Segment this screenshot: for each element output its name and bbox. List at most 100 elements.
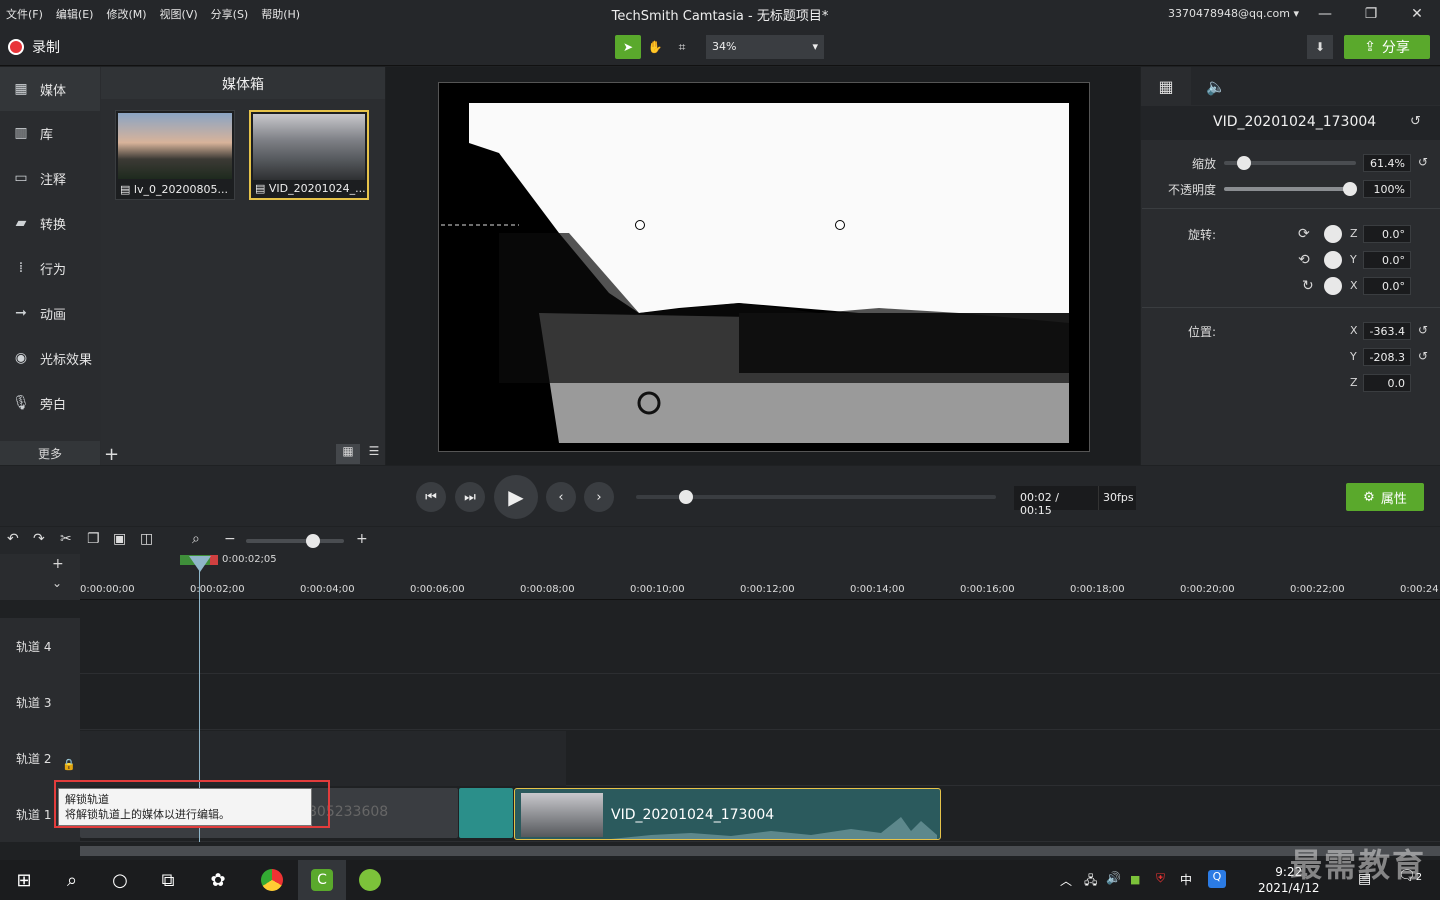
zoom-out-icon[interactable]: − [224, 531, 236, 547]
video-frame[interactable] [438, 82, 1090, 452]
search-icon[interactable]: ⌕ [192, 531, 200, 547]
copy-icon[interactable]: ❐ [87, 531, 100, 547]
chevron-down-icon[interactable]: ⌄ [52, 576, 62, 590]
add-media-button[interactable]: + [104, 444, 119, 465]
position-z-field[interactable]: 0.0 [1363, 374, 1411, 392]
zoom-in-icon[interactable]: + [356, 531, 368, 547]
opacity-field[interactable]: 100% [1363, 180, 1411, 198]
playhead-handle[interactable] [189, 556, 211, 572]
opacity-slider[interactable] [1224, 187, 1356, 191]
highlight-box [54, 780, 330, 828]
close-button[interactable]: ✕ [1394, 0, 1440, 28]
crop-tool-button[interactable]: ⌗ [669, 35, 695, 59]
menu-share[interactable]: 分享(S) [211, 6, 249, 22]
qq-icon[interactable]: Q [1208, 870, 1226, 888]
camtasia-icon[interactable]: C [298, 860, 346, 900]
menu-help[interactable]: 帮助(H) [261, 6, 300, 22]
timeline-clip-selected[interactable]: VID_20201024_173004 [514, 788, 941, 840]
audio-properties-tab[interactable]: 🔈 [1191, 67, 1241, 105]
app-green-icon[interactable] [346, 860, 394, 900]
reset-icon[interactable]: ↺ [1410, 114, 1421, 129]
scale-slider-knob[interactable] [1237, 156, 1251, 170]
media-item[interactable]: ▤ lv_0_20200805... [115, 110, 235, 200]
task-view-icon[interactable]: ⧉ [144, 860, 192, 900]
visual-properties-tab[interactable]: ▦ [1141, 67, 1191, 105]
reset-icon[interactable]: ↺ [1418, 323, 1428, 337]
position-x-field[interactable]: -363.4 [1363, 322, 1411, 340]
play-button[interactable]: ▶ [494, 475, 538, 519]
next-button[interactable]: › [584, 482, 614, 512]
resize-handle[interactable] [835, 220, 845, 230]
timeline-scrollbar[interactable] [80, 846, 1440, 856]
undo-icon[interactable]: ↶ [7, 531, 19, 547]
axis-label: Z [1350, 376, 1358, 389]
cortana-icon[interactable]: ○ [96, 860, 144, 900]
reset-icon[interactable]: ↺ [1418, 155, 1428, 169]
volume-icon[interactable]: 🔊 [1106, 871, 1121, 885]
properties-button[interactable]: ⚙ 属性 [1346, 483, 1424, 511]
lock-icon[interactable]: 🔒 [62, 758, 76, 771]
sidebar-item-voice[interactable]: 🎙 旁白 [0, 381, 100, 425]
sidebar-item-animation[interactable]: ➞ 动画 [0, 291, 100, 335]
windows-start-icon[interactable]: ⊞ [0, 860, 48, 900]
download-icon[interactable]: ⬇ [1307, 35, 1333, 59]
rotation-dial[interactable] [1324, 225, 1342, 243]
menu-edit[interactable]: 编辑(E) [56, 6, 94, 22]
sidebar-item-media[interactable]: ▦ 媒体 [0, 67, 100, 111]
search-icon[interactable]: ⌕ [48, 860, 96, 900]
timeline-zoom-slider[interactable] [246, 539, 344, 543]
sidebar-item-transition[interactable]: ▰ 转换 [0, 201, 100, 245]
zoom-dropdown[interactable]: 34% ▾ [706, 35, 824, 59]
menu-view[interactable]: 视图(V) [160, 6, 198, 22]
rotation-dial[interactable] [1324, 251, 1342, 269]
record-button[interactable]: 录制 [8, 37, 60, 57]
range-end-marker[interactable] [210, 555, 218, 565]
track-header[interactable]: 轨道 4 [0, 618, 80, 674]
rotation-z-field[interactable]: 0.0° [1363, 225, 1411, 243]
media-item-selected[interactable]: ▤ VID_20201024_... [249, 110, 369, 200]
security-icon[interactable]: ⛨ [1156, 871, 1165, 886]
timeline-zoom-knob[interactable] [306, 534, 320, 548]
cut-icon[interactable]: ✂ [60, 531, 72, 547]
sidebar-item-annotation[interactable]: ▭ 注释 [0, 156, 100, 200]
position-y-field[interactable]: -208.3 [1363, 348, 1411, 366]
previous-button[interactable]: ‹ [546, 482, 576, 512]
minimize-button[interactable]: — [1302, 0, 1348, 28]
select-tool-button[interactable]: ➤ [615, 35, 641, 59]
network-icon[interactable]: 🖧 [1084, 871, 1097, 892]
app-icon[interactable]: ✿ [194, 860, 242, 900]
maximize-button[interactable]: ❐ [1348, 0, 1394, 28]
sidebar-item-library[interactable]: ▥ 库 [0, 111, 100, 155]
transition-icon: ▰ [15, 215, 27, 231]
opacity-slider-knob[interactable] [1343, 182, 1357, 196]
account-menu[interactable]: 3370478948@qq.com ▾ [1168, 7, 1299, 20]
scale-field[interactable]: 61.4% [1363, 154, 1411, 172]
split-icon[interactable]: ◫ [140, 531, 153, 547]
track-header[interactable]: 轨道 3 [0, 674, 80, 730]
tray-chevron-icon[interactable]: ︿ [1060, 872, 1072, 889]
list-view-icon[interactable]: ☰ [362, 444, 386, 464]
more-button[interactable]: 更多 [0, 441, 100, 465]
resize-handle[interactable] [635, 220, 645, 230]
timeline-clip-transition[interactable] [459, 788, 513, 838]
reset-icon[interactable]: ↺ [1418, 349, 1428, 363]
step-forward-button[interactable]: ⏭ [455, 482, 485, 512]
rotation-dial[interactable] [1324, 277, 1342, 295]
step-back-button[interactable]: ⏮ [416, 482, 446, 512]
add-track-icon[interactable]: + [52, 556, 64, 572]
nvidia-icon[interactable]: ■ [1130, 873, 1140, 886]
sidebar-item-behavior[interactable]: ⁞ 行为 [0, 246, 100, 290]
menu-file[interactable]: 文件(F) [6, 6, 43, 22]
ime-indicator[interactable]: 中 [1180, 871, 1192, 888]
rotation-label: 旋转: [1187, 228, 1216, 242]
share-button[interactable]: ⇪ 分享 [1344, 35, 1430, 59]
pan-tool-button[interactable]: ✋ [642, 35, 668, 59]
grid-view-icon[interactable]: ▦ [336, 444, 360, 464]
chrome-icon[interactable] [248, 860, 296, 900]
redo-icon[interactable]: ↷ [33, 531, 45, 547]
rotation-x-field[interactable]: 0.0° [1363, 277, 1411, 295]
paste-icon[interactable]: ▣ [113, 531, 126, 547]
rotation-y-field[interactable]: 0.0° [1363, 251, 1411, 269]
menu-modify[interactable]: 修改(M) [106, 6, 146, 22]
sidebar-item-cursor[interactable]: ◉ 光标效果 [0, 336, 100, 380]
